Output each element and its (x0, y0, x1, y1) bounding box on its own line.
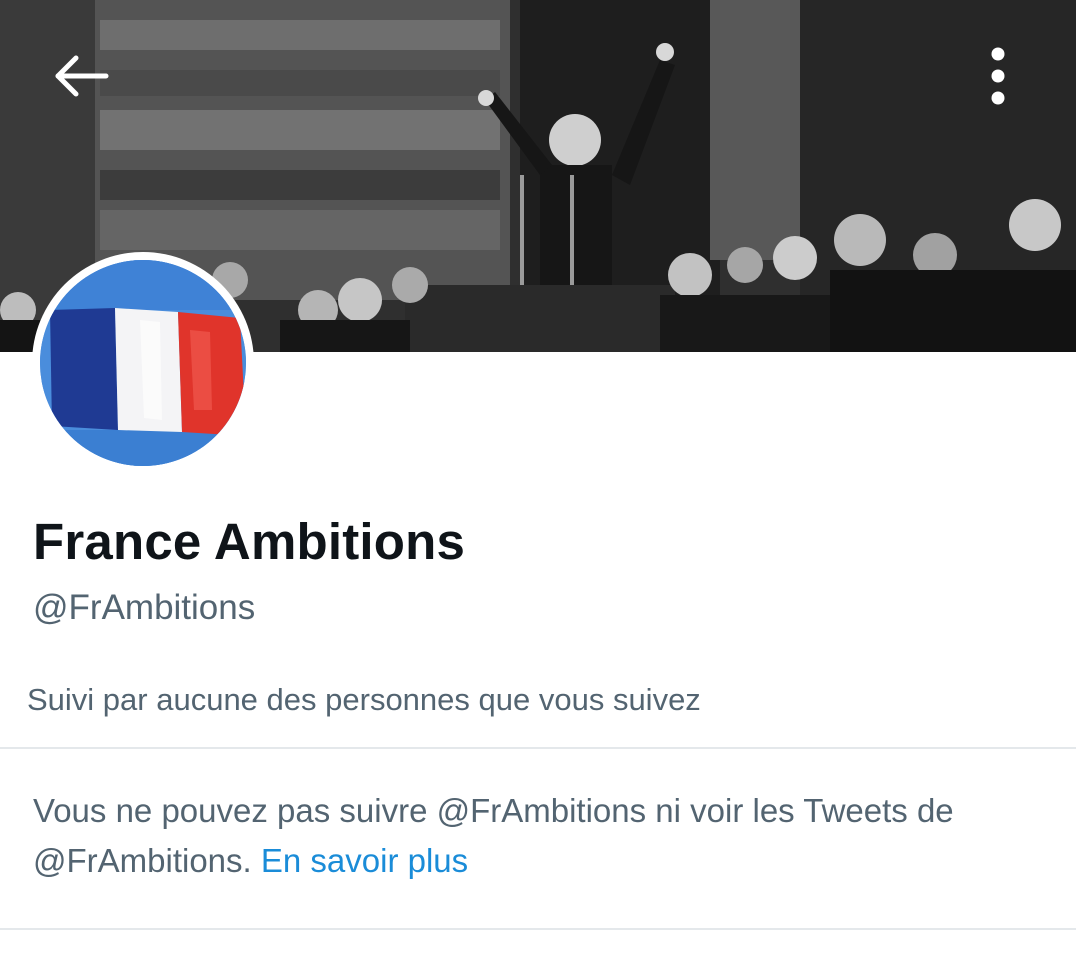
profile-display-name: France Ambitions (33, 513, 466, 570)
divider (0, 747, 1076, 749)
divider (0, 928, 1076, 930)
back-button[interactable] (48, 46, 112, 110)
learn-more-link[interactable]: En savoir plus (261, 842, 468, 879)
arrow-left-icon (55, 55, 109, 97)
blocked-notice-text: Vous ne pouvez pas suivre @FrAmbitions n… (33, 792, 954, 879)
blocked-notice: Vous ne pouvez pas suivre @FrAmbitions n… (33, 786, 1043, 886)
profile-handle: @FrAmbitions (33, 588, 256, 627)
french-flag-avatar (40, 260, 246, 466)
followed-by-text: Suivi par aucune des personnes que vous … (27, 682, 701, 717)
profile-avatar[interactable] (32, 252, 254, 474)
french-flag-icon (40, 260, 246, 466)
more-vertical-icon (991, 47, 1005, 105)
more-options-button[interactable] (966, 40, 1030, 116)
